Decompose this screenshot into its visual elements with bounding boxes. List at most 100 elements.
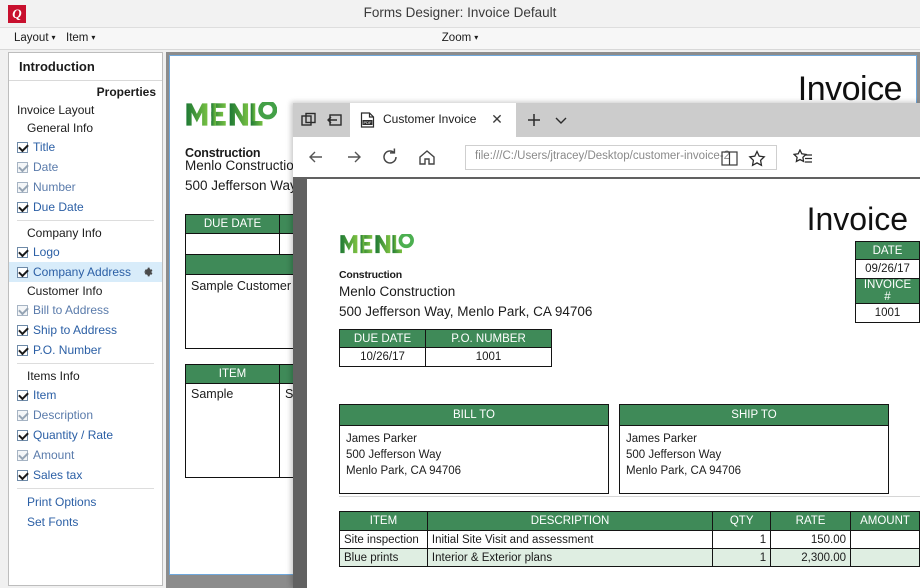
sidebar-item-label: Due Date [33,200,84,214]
invoice-document[interactable]: Invoice Construction Menlo Construction … [307,179,920,588]
ship-to-line: 500 Jefferson Way [626,449,722,461]
gear-icon[interactable] [140,265,154,279]
sidebar-item-ship-to-address[interactable]: Ship to Address [9,320,162,340]
sidebar-item-description[interactable]: Description [9,405,162,425]
url-text[interactable]: file:///C:/Users/jtracey/Desktop/custome… [475,150,730,162]
cell-item: Blue prints [339,548,428,567]
checkbox-quantity-rate[interactable] [17,430,28,441]
checkbox-company-address[interactable] [17,267,28,278]
back-icon[interactable] [305,146,327,168]
browser-tab-customer-invoice[interactable]: PDF Customer Invoice ✕ [350,103,516,137]
sidebar-heading: Introduction [9,53,162,81]
sidebar-item-label: Amount [33,448,75,462]
pdf-viewer[interactable]: Invoice Construction Menlo Construction … [293,177,920,588]
sidebar-item-item[interactable]: Item [9,385,162,405]
date-header: DATE [855,241,920,260]
book-icon[interactable] [721,151,738,166]
checkbox-amount[interactable] [17,450,28,461]
bill-to-body: James Parker 500 Jefferson Way Menlo Par… [339,425,609,494]
sidebar-item-label: Date [33,160,59,174]
checkbox-number[interactable] [17,182,28,193]
address-bar[interactable]: file:///C:/Users/jtracey/Desktop/custome… [465,145,777,170]
sidebar-item-date[interactable]: Date [9,157,162,177]
cell-description: Interior & Exterior plans [426,548,714,567]
sidebar-item-number[interactable]: Number [9,177,162,197]
sidebar-item-label: Bill to Address [33,303,110,317]
column-header-qty: QTY [712,511,772,531]
star-icon[interactable] [748,149,766,168]
checkbox-title[interactable] [17,142,28,153]
home-icon[interactable] [416,146,438,168]
sidebar-link-print-options[interactable]: Print Options [9,492,162,512]
table-row: 1001 [855,303,920,323]
ship-to-line: Menlo Park, CA 94706 [626,465,742,477]
document-company-address: 500 Jefferson Way, Menlo Park, CA 94706 [339,304,593,319]
browser-toolbar: file:///C:/Users/jtracey/Desktop/custome… [293,137,920,177]
sidebar-item-sales-tax[interactable]: Sales tax [9,465,162,485]
checkbox-logo[interactable] [17,247,28,258]
browser-tab-title: Customer Invoice [383,112,477,126]
line-items-table: ITEM DESCRIPTION QTY RATE AMOUNT Site in… [339,511,920,567]
sidebar-item-label: Number [33,180,76,194]
sidebar-group-company-info: Company Info [27,226,102,240]
sidebar-item-po-number[interactable]: P.O. Number [9,340,162,360]
document-company-block: Menlo Construction 500 Jefferson Way, Me… [339,282,592,322]
sidebar-link-set-fonts[interactable]: Set Fonts [9,512,162,532]
hub-icon[interactable] [792,148,813,167]
cell-qty: 1 [712,530,772,549]
checkbox-po-number[interactable] [17,345,28,356]
table-row: 09/26/17 [855,259,920,279]
divider [17,488,154,489]
checkbox-sales-tax[interactable] [17,470,28,481]
browser-system-icons [293,103,350,137]
table-row: Site inspection Initial Site Visit and a… [339,530,920,549]
sidebar-group-invoice-layout: Invoice Layout [17,103,95,117]
divider [17,220,154,221]
document-title: Invoice [806,201,908,237]
column-header-amount: AMOUNT [850,511,920,531]
sidebar-group-general-info: General Info [27,121,94,135]
bill-to-line: James Parker [346,433,417,445]
chevron-down-icon[interactable] [553,112,569,128]
sidebar-item-label: Logo [33,245,60,259]
checkbox-item[interactable] [17,390,28,401]
sidebar-item-title[interactable]: Title [9,137,162,157]
preview-logo[interactable]: Construction [185,100,278,160]
column-header-item: ITEM [339,511,428,531]
preview-due-date-header: DUE DATE [185,214,280,234]
new-tab-button[interactable] [525,111,543,129]
sidebar-item-logo[interactable]: Logo [9,242,162,262]
document-company-name: Menlo Construction [339,284,456,299]
sidebar-properties-label: Properties [96,85,156,99]
cell-qty: 1 [712,548,772,567]
checkbox-date[interactable] [17,162,28,173]
document-logo-subtitle: Construction [339,269,402,281]
cell-amount [850,530,920,549]
bill-to-line: Menlo Park, CA 94706 [346,465,462,477]
menu-zoom[interactable]: Zoom ▾ [0,31,920,45]
cell-rate: 150.00 [770,530,852,549]
browser-tab-strip: PDF Customer Invoice ✕ [293,103,920,137]
sidebar-item-amount[interactable]: Amount [9,445,162,465]
checkbox-ship-to-address[interactable] [17,325,28,336]
refresh-icon[interactable] [379,146,401,168]
cell-rate: 2,300.00 [770,548,852,567]
ship-to-line: James Parker [626,433,697,445]
sidebar-item-bill-to-address[interactable]: Bill to Address [9,300,162,320]
checkbox-bill-to-address[interactable] [17,305,28,316]
table-header-row: ITEM DESCRIPTION QTY RATE AMOUNT [339,511,920,531]
chevron-down-icon: ▾ [474,33,479,42]
sidebar-item-due-date[interactable]: Due Date [9,197,162,217]
checkbox-due-date[interactable] [17,202,28,213]
set-tabs-aside-icon[interactable] [326,112,342,128]
table-row: Blue prints Interior & Exterior plans 1 … [339,548,920,567]
browser-window: PDF Customer Invoice ✕ file:///C:/Users/… [293,103,920,588]
forward-icon[interactable] [343,146,365,168]
checkbox-description[interactable] [17,410,28,421]
tab-preview-icon[interactable] [301,112,317,128]
close-icon[interactable]: ✕ [490,112,504,126]
column-header-description: DESCRIPTION [426,511,714,531]
sidebar-item-company-address[interactable]: Company Address [9,262,162,282]
sidebar-item-quantity-rate[interactable]: Quantity / Rate [9,425,162,445]
date-value: 09/26/17 [855,259,920,279]
